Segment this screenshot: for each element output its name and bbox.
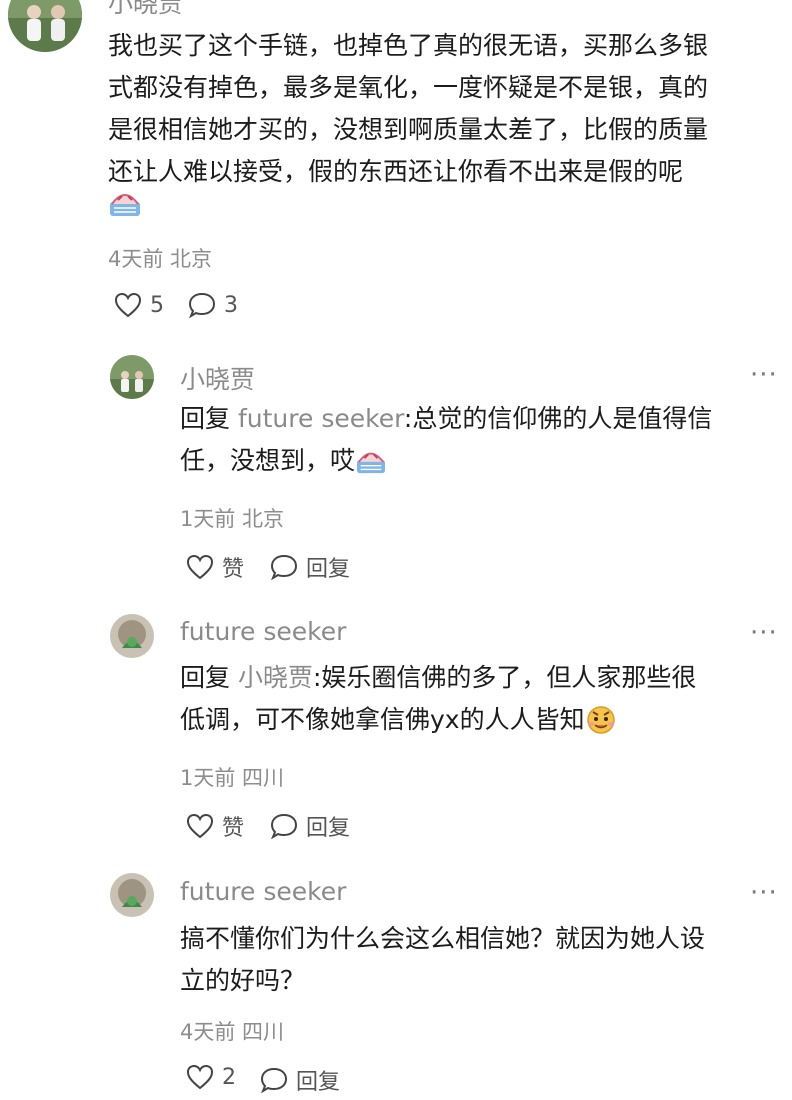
reply-author[interactable]: 小晓贾	[180, 360, 255, 396]
comment-meta: 4天前 北京	[108, 247, 213, 271]
reply-meta: 1天前 四川	[180, 766, 285, 790]
reply-prefix: 回复	[180, 663, 231, 692]
reply-author[interactable]: future seeker	[180, 877, 346, 906]
mischievous-face-emoji-icon	[585, 704, 617, 747]
sad-face-emoji-icon	[355, 446, 387, 488]
reply-label: 回复	[296, 1070, 341, 1095]
reply-count-button[interactable]: 3	[188, 292, 238, 318]
reply-label: 回复	[306, 557, 351, 582]
like-button[interactable]: 赞	[186, 551, 244, 583]
like-button[interactable]: 赞	[186, 810, 244, 842]
reply-body-line: 立的好吗？	[180, 966, 306, 995]
reply-prefix: 回复	[180, 404, 231, 433]
comment-bubble-icon	[270, 813, 298, 839]
avatar[interactable]	[110, 873, 154, 917]
more-options-icon[interactable]: ···	[750, 618, 778, 648]
reply-body-line: 任，没想到，哎	[180, 440, 785, 488]
reply-count: 3	[224, 292, 238, 318]
reply-label: 回复	[306, 816, 351, 841]
reply-body-line: 回复 future seeker:总觉的信仰佛的人是值得信	[180, 398, 785, 440]
heart-icon	[186, 1064, 214, 1090]
comment-body-line: 还让人难以接受，假的东西还让你看不出来是假的呢	[108, 157, 684, 186]
reply-body-text: 低调，可不像她拿信佛yx的人人皆知	[180, 705, 585, 734]
avatar[interactable]	[8, 0, 82, 52]
like-label: 赞	[222, 816, 245, 841]
reply-author[interactable]: future seeker	[180, 617, 346, 646]
comment-author[interactable]: 小晓贾	[108, 0, 183, 20]
reply-body-line: 低调，可不像她拿信佛yx的人人皆知	[180, 699, 785, 747]
reply-body-line: 搞不懂你们为什么会这么相信她？就因为她人设	[180, 924, 706, 953]
reply-body: 回复 future seeker:总觉的信仰佛的人是值得信 任，没想到，哎	[180, 398, 785, 488]
like-count: 5	[150, 292, 164, 318]
reply-body: 回复 小晓贾:娱乐圈信佛的多了，但人家那些很 低调，可不像她拿信佛yx的人人皆知	[180, 657, 785, 747]
comment-bubble-icon	[270, 554, 298, 580]
comment-body: 我也买了这个手链，也掉色了真的很无语，买那么多银 式都没有掉色，最多是氧化，一度…	[108, 25, 788, 193]
reply-body-line: 回复 小晓贾:娱乐圈信佛的多了，但人家那些很	[180, 657, 785, 699]
reply-body-text: :总觉的信仰佛的人是值得信	[403, 404, 713, 433]
reply-button[interactable]: 回复	[260, 1064, 340, 1096]
reply-button[interactable]: 回复	[270, 810, 350, 842]
sad-face-emoji-icon	[108, 188, 142, 218]
like-button[interactable]: 2	[186, 1064, 236, 1090]
heart-icon	[186, 813, 214, 839]
heart-icon	[114, 292, 142, 318]
more-options-icon[interactable]: ···	[750, 360, 778, 390]
avatar[interactable]	[110, 614, 154, 658]
heart-icon	[186, 554, 214, 580]
more-options-icon[interactable]: ···	[750, 878, 778, 908]
like-label: 赞	[222, 557, 245, 582]
comment-body-line: 是很相信她才买的，没想到啊质量太差了，比假的质量	[108, 115, 709, 144]
like-button[interactable]: 5	[114, 292, 164, 318]
reply-body-text: :娱乐圈信佛的多了，但人家那些很	[312, 663, 697, 692]
reply-meta: 4天前 四川	[180, 1020, 285, 1044]
avatar[interactable]	[110, 355, 154, 399]
reply-to-user[interactable]: future seeker	[238, 404, 404, 433]
comment-body-line: 式都没有掉色，最多是氧化，一度怀疑是不是银，真的	[108, 73, 709, 102]
reply-meta: 1天前 北京	[180, 507, 285, 531]
comment-bubble-icon	[260, 1067, 288, 1093]
comment-body-line: 我也买了这个手链，也掉色了真的很无语，买那么多银	[108, 31, 709, 60]
comment-bubble-icon	[188, 292, 216, 318]
reply-button[interactable]: 回复	[270, 551, 350, 583]
reply-body: 搞不懂你们为什么会这么相信她？就因为她人设 立的好吗？	[180, 918, 785, 1002]
reply-to-user[interactable]: 小晓贾	[238, 663, 313, 692]
reply-body-text: 任，没想到，哎	[180, 446, 356, 475]
like-count: 2	[222, 1064, 236, 1090]
